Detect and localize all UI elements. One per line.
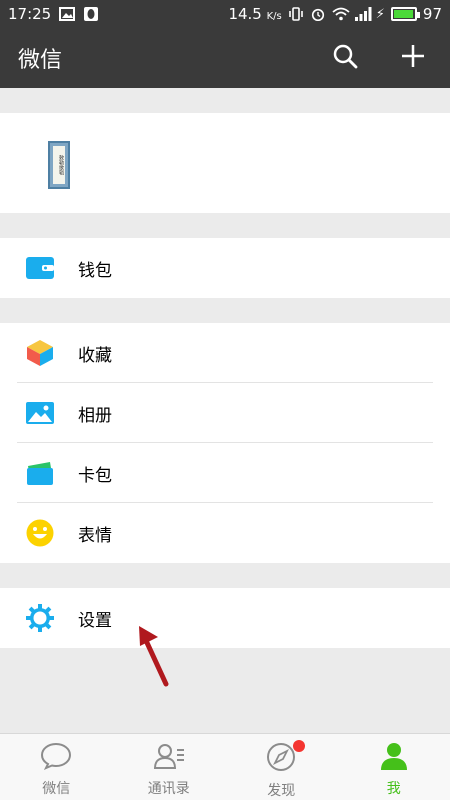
avatar[interactable]: 敕勒歌辑: [48, 141, 70, 189]
gear-icon: [26, 604, 54, 632]
menu-item-favorites[interactable]: 收藏: [0, 323, 450, 383]
battery-percent: 97: [422, 5, 442, 23]
card-icon: [26, 459, 54, 487]
search-icon[interactable]: [332, 43, 358, 73]
collection-group: 收藏 相册 卡包 表情: [0, 323, 450, 563]
chat-icon: [40, 742, 72, 774]
wallet-group: 钱包: [0, 238, 450, 298]
page-title: 微信: [18, 48, 63, 73]
menu-label-stickers: 表情: [78, 525, 112, 546]
cube-icon: [26, 339, 54, 367]
avatar-text: 敕勒歌辑: [53, 146, 65, 184]
signal-icon: [354, 7, 372, 21]
profile-card[interactable]: 敕勒歌辑: [0, 113, 450, 213]
notification-dot: [293, 740, 305, 752]
tab-contacts[interactable]: 通讯录: [113, 734, 226, 800]
menu-item-wallet[interactable]: 钱包: [0, 238, 450, 298]
tab-discover[interactable]: 发现: [225, 734, 338, 800]
tab-label-contacts: 通讯录: [147, 781, 190, 797]
settings-group: 设置: [0, 588, 450, 648]
menu-item-album[interactable]: 相册: [0, 383, 450, 443]
image-notification-icon: [59, 7, 76, 21]
plus-icon[interactable]: [400, 43, 426, 73]
menu-label-favorites: 收藏: [78, 345, 112, 366]
bottom-tab-bar: 微信 通讯录 发现 我: [0, 733, 450, 800]
status-bar: 17:25 14.5 K/s ⚡ 97: [0, 0, 450, 28]
tab-label-me: 我: [386, 781, 401, 797]
compass-icon: [266, 742, 296, 776]
wifi-icon: [332, 7, 350, 21]
menu-item-cards[interactable]: 卡包: [0, 443, 450, 503]
vibrate-icon: [288, 7, 304, 21]
contacts-icon: [153, 742, 185, 774]
menu-label-settings: 设置: [78, 610, 112, 631]
photo-icon: [26, 399, 54, 427]
menu-item-stickers[interactable]: 表情: [0, 503, 450, 563]
title-bar: 微信: [0, 28, 450, 88]
charging-icon: ⚡: [375, 6, 385, 22]
status-time: 17:25: [8, 5, 52, 23]
smile-icon: [26, 519, 54, 547]
battery-icon: [390, 7, 420, 21]
qq-notification-icon: [83, 7, 99, 21]
tab-chats[interactable]: 微信: [0, 734, 113, 800]
tab-label-discover: 发现: [267, 783, 296, 799]
annotation-arrow-icon: [139, 626, 169, 687]
wallet-icon: [26, 254, 54, 282]
alarm-icon: [310, 7, 326, 22]
menu-label-wallet: 钱包: [78, 260, 112, 281]
tab-label-chats: 微信: [42, 781, 71, 797]
menu-item-settings[interactable]: 设置: [0, 588, 450, 648]
network-speed: 14.5 K/s: [228, 5, 282, 23]
person-icon: [379, 742, 409, 774]
tab-me[interactable]: 我: [338, 734, 450, 800]
menu-label-cards: 卡包: [78, 465, 112, 486]
menu-label-album: 相册: [78, 405, 112, 426]
